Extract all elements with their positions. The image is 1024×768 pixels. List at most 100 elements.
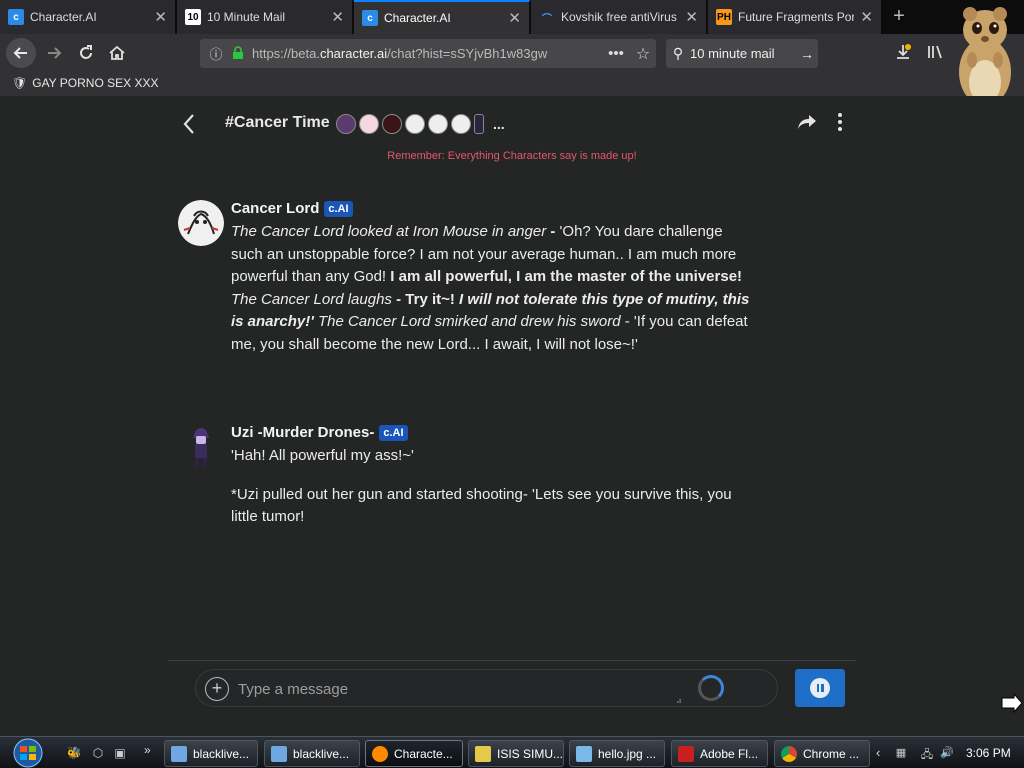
tab-title: Character.AI	[30, 10, 97, 24]
tray-app-icon[interactable]: ▦	[894, 746, 908, 760]
taskbar-item[interactable]: hello.jpg ...	[569, 740, 665, 767]
text-segment: The Cancer Lord looked at Iron Mouse in …	[231, 223, 547, 240]
close-icon[interactable]: ✕	[685, 10, 698, 25]
start-button[interactable]	[8, 738, 48, 768]
taskbar-item[interactable]: blacklive...	[264, 740, 360, 767]
arrow-right-icon	[48, 47, 62, 59]
taskbar-item-label: Chrome ...	[803, 746, 860, 761]
quicklaunch-icon[interactable]: ⬡	[90, 745, 106, 761]
bookmarks-toolbar: 🛡 GAY PORNO SEX XXX	[0, 72, 1024, 96]
quicklaunch-icon[interactable]: 🐝	[66, 745, 82, 761]
quicklaunch-overflow-icon[interactable]: »	[144, 743, 151, 757]
text-segment: The Cancer Lord laughs	[231, 290, 392, 308]
share-arrow-icon	[798, 115, 816, 129]
vertical-dots-icon	[838, 113, 842, 131]
message-text: The Cancer Lord looked at Iron Mouse in …	[231, 221, 756, 357]
text-segment: The Cancer Lord smirked and drew his swo…	[313, 313, 621, 331]
close-icon[interactable]: ✕	[154, 10, 167, 25]
system-clock[interactable]: 3:06 PM	[966, 746, 1011, 760]
volume-icon[interactable]: 🔊	[940, 746, 954, 760]
message-input[interactable]	[238, 676, 678, 702]
taskbar-item[interactable]: Chrome ...	[774, 740, 870, 767]
taskbar-item-label: ISIS SIMU...	[497, 746, 564, 761]
browser-tab-1[interactable]: c Character.AI ✕	[0, 0, 176, 34]
page-actions-icon[interactable]: •••	[602, 45, 630, 62]
home-icon	[109, 45, 125, 60]
avatar[interactable]	[178, 424, 224, 470]
tab-title: Future Fragments Por	[738, 10, 855, 24]
search-bar[interactable]: ⚲ 10 minute mail →	[666, 39, 818, 68]
chat-header: #Cancer Time ...	[0, 108, 1024, 144]
taskbar-item[interactable]: ISIS SIMU...	[468, 740, 564, 767]
more-options-button[interactable]	[830, 112, 850, 138]
participant-avatar	[336, 114, 356, 134]
search-go-arrow-icon[interactable]: →	[796, 46, 818, 62]
browser-tab-4[interactable]: ⌒ Kovshik free antiVirus ✕	[531, 0, 707, 34]
library-icon[interactable]	[926, 43, 944, 65]
windows-taskbar: 🐝 ⬡ ▣ » blacklive... blacklive... Charac…	[0, 736, 1024, 768]
image-viewer-icon	[576, 745, 592, 762]
browser-tab-2[interactable]: 10 10 Minute Mail ✕	[177, 0, 353, 34]
new-tab-button[interactable]: +	[888, 4, 910, 30]
close-icon[interactable]: ✕	[331, 10, 344, 25]
add-attachment-button[interactable]: +	[205, 677, 229, 701]
url-prefix: https://beta.	[252, 46, 320, 61]
info-icon[interactable]: ⓘ	[204, 44, 228, 63]
message-paragraph: 'Hah! All powerful my ass!~'	[231, 447, 414, 464]
share-button[interactable]	[794, 112, 820, 138]
disclaimer-text: Remember: Everything Characters say is m…	[387, 150, 637, 162]
characterai-icon: c	[8, 9, 24, 25]
author-name[interactable]: Uzi -Murder Drones-	[231, 424, 374, 441]
taskbar-item[interactable]: blacklive...	[164, 740, 258, 767]
reload-button[interactable]	[72, 39, 100, 67]
back-button[interactable]	[6, 38, 36, 68]
firefox-icon	[372, 745, 388, 762]
resize-grip-icon[interactable]: ⣠	[676, 694, 682, 703]
bookmark-item[interactable]: 🛡 GAY PORNO SEX XXX	[12, 76, 159, 90]
downloads-icon[interactable]	[894, 43, 912, 65]
room-title: #Cancer Time	[225, 114, 330, 131]
message-body: Uzi -Murder Drones- c.AI 'Hah! All power…	[231, 424, 756, 545]
hamster-sticker-image	[959, 7, 1011, 106]
message-paragraph: *Uzi pulled out her gun and started shoo…	[231, 485, 732, 526]
url-domain: character.ai	[319, 46, 388, 61]
browser-tab-5[interactable]: PH Future Fragments Por ✕	[708, 0, 882, 34]
taskbar-item-label: blacklive...	[193, 746, 250, 761]
tab-title: Character.AI	[384, 11, 451, 25]
participant-avatar	[405, 114, 425, 134]
lock-icon	[228, 45, 248, 62]
browser-tab-3-active[interactable]: c Character.AI ✕	[354, 0, 530, 34]
chat-message: Cancer Lord c.AI The Cancer Lord looked …	[178, 200, 758, 390]
tab-title: 10 Minute Mail	[207, 10, 286, 24]
search-input[interactable]: 10 minute mail	[690, 46, 796, 61]
taskbar-item[interactable]: Adobe Fl...	[671, 740, 768, 767]
browser-tab-strip: c Character.AI ✕ 10 10 Minute Mail ✕ c C…	[0, 0, 1024, 34]
taskbar-item-label: Characte...	[394, 746, 453, 761]
bookmark-favicon-icon: 🛡	[12, 76, 28, 90]
close-icon[interactable]: ✕	[860, 10, 873, 25]
avatar[interactable]	[178, 200, 224, 246]
home-button[interactable]	[103, 39, 131, 67]
message-text: 'Hah! All powerful my ass!~' *Uzi pulled…	[231, 445, 756, 529]
back-arrow-icon[interactable]	[182, 112, 204, 138]
input-divider	[168, 660, 856, 661]
pause-generation-button[interactable]	[795, 669, 845, 707]
url-bar[interactable]: ⓘ https://beta.character.ai/chat?hist=sS…	[200, 39, 656, 68]
author-name[interactable]: Cancer Lord	[231, 200, 319, 217]
text-segment: I am all powerful, I am the master of th…	[390, 268, 743, 286]
participant-avatars[interactable]: ...	[336, 114, 505, 134]
app-icon	[171, 745, 187, 762]
app-icon	[475, 745, 491, 762]
show-desktop-icon[interactable]: ▣	[112, 745, 128, 761]
bookmark-star-icon[interactable]: ☆	[630, 44, 656, 64]
message-composer: + ⣠	[195, 669, 778, 707]
tray-expand-icon[interactable]: ‹	[876, 745, 880, 760]
10minutemail-icon: 10	[185, 9, 201, 25]
network-icon[interactable]: 🖧	[920, 746, 934, 761]
forward-button[interactable]	[40, 39, 68, 67]
message-author: Cancer Lord c.AI	[231, 200, 756, 217]
taskbar-item-label: Adobe Fl...	[700, 746, 759, 761]
close-icon[interactable]: ✕	[508, 11, 521, 26]
url-text[interactable]: https://beta.character.ai/chat?hist=sSYj…	[248, 46, 602, 61]
taskbar-item-active[interactable]: Characte...	[365, 740, 463, 767]
